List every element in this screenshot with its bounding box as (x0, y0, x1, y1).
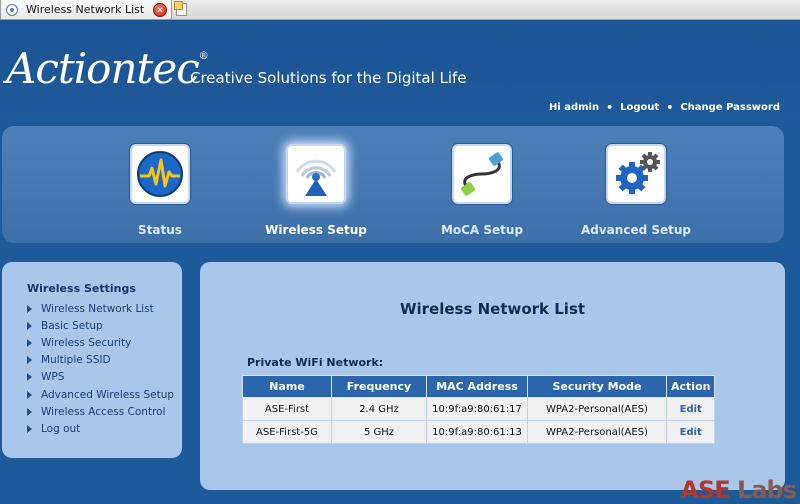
cell-security-mode: WPA2-Personal(AES) (527, 397, 667, 421)
ase-labs-watermark: ASE Labs (680, 476, 797, 504)
change-password-link[interactable]: Change Password (680, 102, 780, 113)
arrow-right-icon (27, 407, 32, 416)
browser-tab[interactable]: Wireless Network List ✕ (0, 0, 172, 20)
sidebar-item-wireless-security[interactable]: Wireless Security (27, 334, 182, 351)
sidebar-item-label: Multiple SSID (41, 354, 111, 367)
page-header: Actiontec® Creative Solutions for the Di… (0, 20, 800, 122)
arrow-right-icon (27, 373, 32, 382)
nav-label: Advanced Setup (580, 223, 691, 237)
close-tab-icon[interactable]: ✕ (153, 2, 167, 17)
network-table: Name Frequency MAC Address Security Mode… (242, 375, 716, 444)
sidebar: Wireless Settings Wireless Network List … (2, 262, 182, 458)
page-title: Wireless Network List (399, 300, 586, 318)
nav-label: Status (138, 223, 182, 237)
cell-mac-address: 10:9f:a9:80:61:17 (426, 397, 528, 421)
arrow-right-icon (27, 321, 32, 330)
user-nav: Hi admin • Logout • Change Password (549, 101, 780, 114)
table-row: ASE-First 2.4 GHz 10:9f:a9:80:61:17 WPA2… (242, 397, 716, 421)
arrow-right-icon (27, 304, 32, 313)
section-label: Private WiFi Network: (247, 356, 384, 369)
moca-icon (452, 144, 512, 204)
sidebar-item-label: Log out (41, 422, 81, 435)
wireless-icon (286, 144, 346, 204)
nav-item-wireless-setup[interactable]: Wireless Setup (246, 144, 386, 237)
column-header-frequency: Frequency (331, 375, 427, 398)
cell-mac-address: 10:9f:a9:80:61:13 (426, 420, 528, 444)
status-icon (130, 144, 190, 204)
sidebar-item-wps[interactable]: WPS (27, 369, 182, 386)
separator-dot: • (666, 101, 674, 114)
browser-tab-title: Wireless Network List (26, 3, 145, 16)
sidebar-item-basic-setup[interactable]: Basic Setup (27, 317, 182, 334)
sidebar-item-wireless-network-list[interactable]: Wireless Network List (27, 300, 182, 317)
separator-dot: • (606, 101, 614, 114)
edit-link[interactable]: Edit (665, 420, 716, 444)
sidebar-item-log-out[interactable]: Log out (27, 420, 182, 437)
cell-frequency: 5 GHz (331, 420, 427, 444)
nav-item-status[interactable]: Status (90, 144, 230, 237)
sidebar-item-multiple-ssid[interactable]: Multiple SSID (27, 352, 182, 369)
sidebar-item-label: WPS (41, 371, 65, 384)
sidebar-item-label: Wireless Access Control (41, 405, 166, 418)
nav-item-moca-setup[interactable]: MoCA Setup (412, 144, 552, 237)
table-row: ASE-First-5G 5 GHz 10:9f:a9:80:61:13 WPA… (242, 420, 716, 444)
tagline: Creative Solutions for the Digital Life (190, 69, 467, 87)
sidebar-item-label: Basic Setup (41, 319, 103, 332)
cell-frequency: 2.4 GHz (331, 397, 427, 421)
arrow-right-icon (27, 356, 32, 365)
gear-icon (606, 144, 666, 204)
sidebar-item-label: Wireless Security (41, 336, 132, 349)
nav-item-advanced-setup[interactable]: Advanced Setup (566, 144, 706, 237)
arrow-right-icon (27, 390, 32, 399)
edit-link[interactable]: Edit (665, 397, 716, 421)
sidebar-title: Wireless Settings (27, 282, 136, 295)
column-header-name: Name (242, 375, 332, 398)
globe-icon (6, 3, 18, 16)
arrow-right-icon (27, 338, 32, 347)
column-header-security-mode: Security Mode (527, 375, 667, 398)
browser-tab-strip: Wireless Network List ✕ (0, 0, 800, 20)
main-nav: Status Wireless Setup MoCA Setup Advance… (2, 126, 784, 243)
logout-link[interactable]: Logout (620, 102, 659, 113)
cell-name: ASE-First-5G (242, 420, 332, 444)
arrow-right-icon (27, 424, 32, 433)
table-header-row: Name Frequency MAC Address Security Mode… (242, 375, 716, 398)
column-header-mac-address: MAC Address (426, 375, 528, 398)
new-tab-icon[interactable] (174, 1, 190, 18)
nav-label: Wireless Setup (265, 223, 367, 237)
sidebar-item-wireless-access-control[interactable]: Wireless Access Control (27, 403, 182, 420)
sidebar-item-label: Advanced Wireless Setup (41, 388, 175, 401)
main-content: Wireless Network List Private WiFi Netwo… (200, 262, 785, 490)
greeting: Hi admin (548, 102, 600, 113)
sidebar-item-advanced-wireless-setup[interactable]: Advanced Wireless Setup (27, 386, 182, 403)
nav-label: MoCA Setup (440, 223, 524, 237)
column-header-action: Action (665, 375, 716, 398)
cell-name: ASE-First (242, 397, 332, 421)
sidebar-item-label: Wireless Network List (41, 302, 154, 315)
cell-security-mode: WPA2-Personal(AES) (527, 420, 667, 444)
actiontec-logo: Actiontec® (6, 44, 209, 93)
